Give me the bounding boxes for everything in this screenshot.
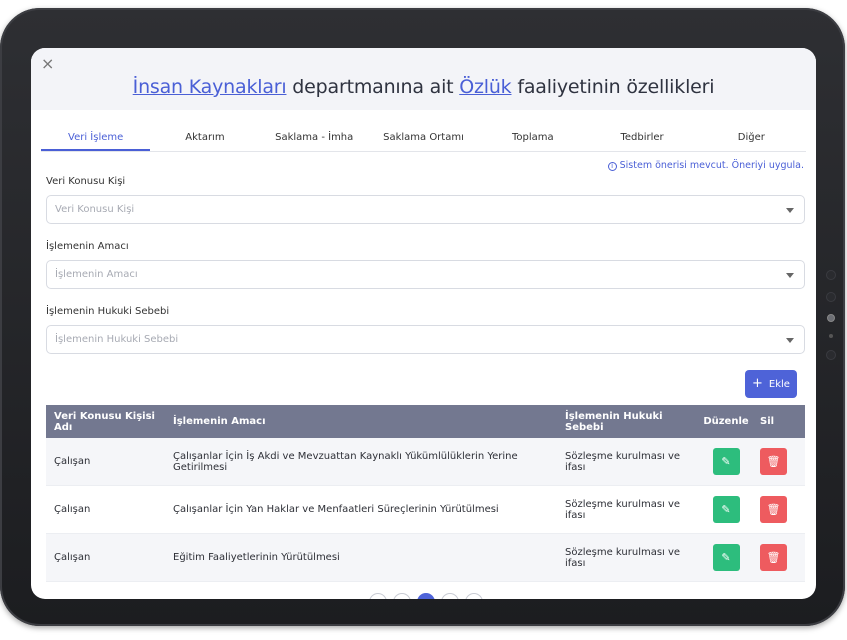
header-edit: Düzenle <box>703 416 749 427</box>
page-button[interactable] <box>369 593 387 599</box>
purpose-select[interactable]: İşlemenin Amacı <box>46 260 805 289</box>
legal-select[interactable]: İşlemenin Hukuki Sebebi <box>46 325 805 354</box>
chevron-down-icon <box>786 208 794 213</box>
tab-saklama-ortami[interactable]: Saklama Ortamı <box>369 126 478 151</box>
trash-icon[interactable]: 🗑 <box>760 496 787 523</box>
add-button-label: Ekle <box>768 378 790 390</box>
sensor-dot <box>829 334 833 338</box>
table-row: Çalışan Eğitim Faaliyetlerinin Yürütülme… <box>46 534 805 582</box>
cell-purpose: Eğitim Faaliyetlerinin Yürütülmesi <box>173 552 340 563</box>
page-title: İnsan Kaynakları departmanına ait Özlük … <box>31 76 816 98</box>
pencil-icon[interactable]: ✎ <box>712 544 740 571</box>
header-legal: İşlemenin Hukuki Sebebi <box>565 410 663 433</box>
legal-label: İşlemenin Hukuki Sebebi <box>46 306 170 317</box>
department-link[interactable]: İnsan Kaynakları <box>133 76 287 98</box>
header-delete: Sil <box>760 416 775 427</box>
close-icon[interactable]: × <box>41 54 54 73</box>
tablet-side-controls <box>826 270 838 372</box>
side-button <box>826 292 836 302</box>
subject-placeholder: Veri Konusu Kişi <box>55 204 135 215</box>
cell-purpose: Çalışanlar İçin İş Akdi ve Mevzuattan Ka… <box>173 450 518 473</box>
legal-placeholder: İşlemenin Hukuki Sebebi <box>55 334 179 345</box>
pencil-icon[interactable]: ✎ <box>712 496 740 523</box>
plus-icon: + <box>752 376 763 391</box>
tab-bar: Veri İşleme Aktarım Saklama - İmha Sakla… <box>41 126 806 152</box>
data-table: Veri Konusu Kişisi Adı İşlemenin Amacı İ… <box>46 405 805 582</box>
header-subject: Veri Konusu Kişisi Adı <box>54 410 155 433</box>
table-header: Veri Konusu Kişisi Adı İşlemenin Amacı İ… <box>46 405 805 438</box>
page-button[interactable] <box>465 593 483 599</box>
tab-diger[interactable]: Diğer <box>697 126 806 151</box>
table-row: Çalışan Çalışanlar İçin Yan Haklar ve Me… <box>46 486 805 534</box>
cell-legal: Sözleşme kurulması ve ifası <box>565 546 681 569</box>
purpose-label: İşlemenin Amacı <box>46 241 129 252</box>
suggestion-text: Sistem önerisi mevcut. Öneriyi uygula. <box>619 160 804 171</box>
chevron-down-icon <box>786 338 794 343</box>
page-button[interactable] <box>393 593 411 599</box>
title-middle: departmanına ait <box>286 76 460 98</box>
trash-icon[interactable]: 🗑 <box>760 544 787 571</box>
side-button <box>826 270 836 280</box>
chevron-down-icon <box>786 273 794 278</box>
activity-link[interactable]: Özlük <box>459 76 511 98</box>
page-button[interactable] <box>441 593 459 599</box>
suggestion-link[interactable]: i Sistem önerisi mevcut. Öneriyi uygula. <box>607 160 804 171</box>
tab-tedbirler[interactable]: Tedbirler <box>587 126 696 151</box>
trash-icon[interactable]: 🗑 <box>760 448 787 475</box>
cell-subject: Çalışan <box>54 552 91 563</box>
modal-header: × İnsan Kaynakları departmanına ait Özlü… <box>31 48 816 110</box>
cell-subject: Çalışan <box>54 504 91 515</box>
pagination <box>369 593 483 599</box>
purpose-placeholder: İşlemenin Amacı <box>55 269 138 280</box>
page-button-active[interactable] <box>417 593 435 599</box>
tablet-frame: × İnsan Kaynakları departmanına ait Özlü… <box>0 8 845 626</box>
tab-saklama-imha[interactable]: Saklama - İmha <box>260 126 369 151</box>
cell-legal: Sözleşme kurulması ve ifası <box>565 450 681 473</box>
pencil-icon[interactable]: ✎ <box>712 448 740 475</box>
subject-label: Veri Konusu Kişi <box>46 176 126 187</box>
cell-purpose: Çalışanlar İçin Yan Haklar ve Menfaatler… <box>173 504 499 515</box>
header-purpose: İşlemenin Amacı <box>173 416 266 427</box>
cell-legal: Sözleşme kurulması ve ifası <box>565 498 681 521</box>
tab-veri-isleme[interactable]: Veri İşleme <box>41 126 151 151</box>
tab-aktarim[interactable]: Aktarım <box>150 126 259 151</box>
tab-toplama[interactable]: Toplama <box>478 126 587 151</box>
title-end: faaliyetinin özellikleri <box>511 76 715 98</box>
table-row: Çalışan Çalışanlar İçin İş Akdi ve Mevzu… <box>46 438 805 486</box>
modal-screen: × İnsan Kaynakları departmanına ait Özlü… <box>31 48 816 599</box>
camera-icon <box>827 314 835 322</box>
info-icon: i <box>607 162 617 171</box>
subject-select[interactable]: Veri Konusu Kişi <box>46 195 805 224</box>
side-button <box>826 350 836 360</box>
add-button[interactable]: + Ekle <box>745 370 797 398</box>
cell-subject: Çalışan <box>54 456 91 467</box>
